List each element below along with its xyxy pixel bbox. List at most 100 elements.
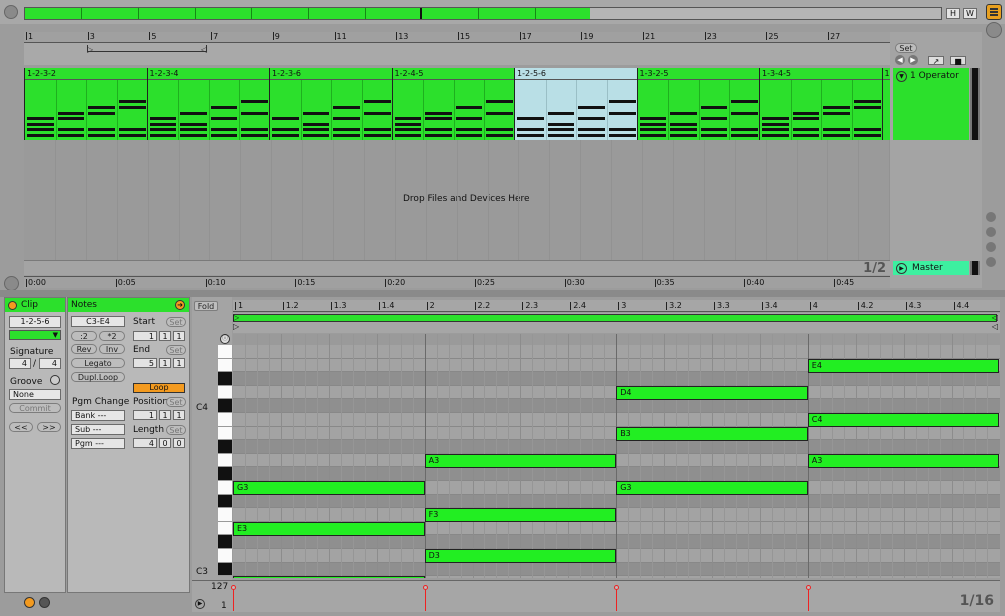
end-sixteenth-field[interactable]: 1: [173, 358, 185, 368]
arrangement-clip[interactable]: 1-2-3-2: [24, 68, 147, 140]
piano-keyboard[interactable]: [218, 345, 232, 577]
position-sixteenth-field[interactable]: 1: [173, 410, 185, 420]
midi-loop-bar[interactable]: ▷ ◁ ▷ ◁: [233, 313, 1000, 333]
nudge-forward-button[interactable]: >>: [37, 422, 61, 432]
track-name[interactable]: 1 Operator: [910, 71, 959, 81]
arrangement-clip[interactable]: 1-2-3-4: [146, 68, 269, 140]
midi-loop-region[interactable]: [233, 314, 997, 322]
position-beat-field[interactable]: 1: [159, 410, 171, 420]
piano-white-key[interactable]: [218, 481, 232, 495]
master-lane[interactable]: 1/2: [24, 260, 890, 276]
midi-note[interactable]: D4: [616, 385, 808, 400]
page-indicator[interactable]: 1/2: [863, 261, 886, 276]
clip-header[interactable]: 1-3-4-5: [760, 68, 882, 80]
duplicate-loop-button[interactable]: Dupl.Loop: [71, 372, 125, 382]
grid-setting[interactable]: 1/16: [960, 593, 994, 609]
clip-name-field[interactable]: 1-2-5-6: [9, 316, 61, 328]
midi-note[interactable]: C4: [807, 413, 1000, 427]
clip-header[interactable]: 1-2-4-5: [392, 68, 514, 80]
clip-color-chooser[interactable]: ▼: [9, 330, 61, 340]
velocity-handle[interactable]: [805, 585, 811, 590]
midi-note[interactable]: D3: [424, 549, 617, 563]
piano-black-key[interactable]: [218, 562, 232, 577]
loop-brace[interactable]: ▷ ◁: [24, 43, 890, 65]
master-name[interactable]: Master: [912, 263, 943, 273]
clip-activator-icon[interactable]: [8, 301, 17, 310]
start-set-button[interactable]: Set: [166, 317, 186, 327]
w-button[interactable]: W: [963, 8, 977, 19]
start-bar-field[interactable]: 1: [133, 331, 157, 341]
midi-note[interactable]: A3: [424, 453, 617, 468]
fold-button[interactable]: Fold: [194, 301, 218, 311]
device-view-icon[interactable]: [39, 597, 50, 608]
loop-start-marker[interactable]: ▷: [87, 45, 93, 54]
clip-header[interactable]: 1-3-2-5: [637, 68, 759, 80]
piano-white-key[interactable]: [218, 521, 232, 536]
midi-note[interactable]: E3: [233, 521, 425, 536]
half-length-button[interactable]: :2: [71, 331, 97, 341]
piano-white-key[interactable]: [218, 345, 232, 359]
legato-button[interactable]: Legato: [71, 358, 125, 368]
sub-field[interactable]: Sub ---: [71, 424, 125, 435]
groove-chooser[interactable]: None: [9, 389, 61, 400]
piano-white-key[interactable]: [218, 426, 232, 441]
expand-icon[interactable]: ↗: [928, 56, 944, 66]
velocity-lane[interactable]: 127 1 ▶ 1/16: [192, 580, 1000, 612]
midi-ruler[interactable]: 1 1.2 1.3 1.4 2 2.2 2.3 2.4 3 3.2 3.3 3.4 4 4.2 4.3 4.4: [233, 300, 1000, 312]
arrangement-clip[interactable]: 1-3-2-5: [636, 68, 759, 140]
time-ruler[interactable]: 0:00 0:05 0:10 0:15 0:20 0:25 0:30 0:35 0:40 0:45: [24, 276, 890, 288]
velocity-lane-toggle-icon[interactable]: ▶: [195, 599, 205, 609]
returns-toggle-icon[interactable]: [986, 242, 996, 252]
beat-ruler[interactable]: 1 3 5 7 9 11 13 15 17 19 21 23 25 27: [24, 32, 890, 43]
track-fold-icon[interactable]: ▼: [896, 71, 907, 82]
piano-white-key[interactable]: [218, 413, 232, 427]
overview-bottom-icon[interactable]: [4, 276, 19, 291]
position-set-button[interactable]: Set: [166, 397, 186, 407]
lock-icon[interactable]: ■: [950, 56, 966, 66]
menu-icon[interactable]: [986, 4, 1002, 20]
clip-header[interactable]: 1-2-3-2: [25, 68, 147, 80]
piano-white-key[interactable]: [218, 453, 232, 468]
start-sixteenth-field[interactable]: 1: [173, 331, 185, 341]
piano-white-key[interactable]: [218, 385, 232, 400]
view-separator[interactable]: [0, 290, 1005, 297]
midi-loop-start-icon[interactable]: ▷: [233, 313, 239, 322]
clip-header[interactable]: 1: [882, 68, 890, 80]
piano-white-key[interactable]: [218, 508, 232, 522]
clip-header[interactable]: 1-2-3-4: [147, 68, 269, 80]
midi-note[interactable]: C3: [233, 576, 425, 578]
master-play-icon[interactable]: ▶: [896, 263, 907, 274]
nudge-back-button[interactable]: <<: [9, 422, 33, 432]
bank-field[interactable]: Bank ---: [71, 410, 125, 421]
velocity-stem[interactable]: [807, 589, 809, 611]
double-length-button[interactable]: *2: [99, 331, 125, 341]
piano-black-key[interactable]: [218, 535, 232, 549]
loop-button[interactable]: Loop: [133, 383, 185, 393]
set-locator-button[interactable]: Set: [895, 43, 917, 53]
midi-end-marker-icon[interactable]: ◁: [992, 322, 998, 331]
commit-button[interactable]: Commit: [9, 403, 61, 413]
overview-visible-region[interactable]: [25, 8, 422, 19]
velocity-stem[interactable]: [616, 589, 618, 611]
in-out-toggle-icon[interactable]: [986, 212, 996, 222]
overview-close-icon[interactable]: [4, 5, 18, 19]
clip-lane[interactable]: 1-2-3-2 1-2-3-4 1-2-3-6 1-2-4-5 1-2-5-6 1-3-2…: [24, 68, 890, 140]
piano-white-key[interactable]: [218, 549, 232, 563]
invert-button[interactable]: Inv: [99, 344, 125, 354]
midi-note[interactable]: G3: [233, 481, 425, 495]
velocity-stem[interactable]: [424, 589, 426, 611]
position-bar-field[interactable]: 1: [133, 410, 157, 420]
arrangement-clip[interactable]: 1-2-4-5: [391, 68, 514, 140]
midi-note[interactable]: F3: [424, 508, 617, 523]
pgm-field[interactable]: Pgm ---: [71, 438, 125, 449]
piano-white-key[interactable]: [218, 358, 232, 373]
midi-loop-end-icon[interactable]: ◁: [992, 313, 998, 322]
length-sixteenth-field[interactable]: 0: [173, 438, 185, 448]
h-button[interactable]: H: [946, 8, 960, 19]
piano-black-key[interactable]: [218, 440, 232, 454]
length-bar-field[interactable]: 4: [133, 438, 157, 448]
piano-black-key[interactable]: [218, 494, 232, 509]
end-set-button[interactable]: Set: [166, 345, 186, 355]
end-beat-field[interactable]: 1: [159, 358, 171, 368]
drop-area[interactable]: Drop Files and Devices Here: [24, 140, 891, 260]
